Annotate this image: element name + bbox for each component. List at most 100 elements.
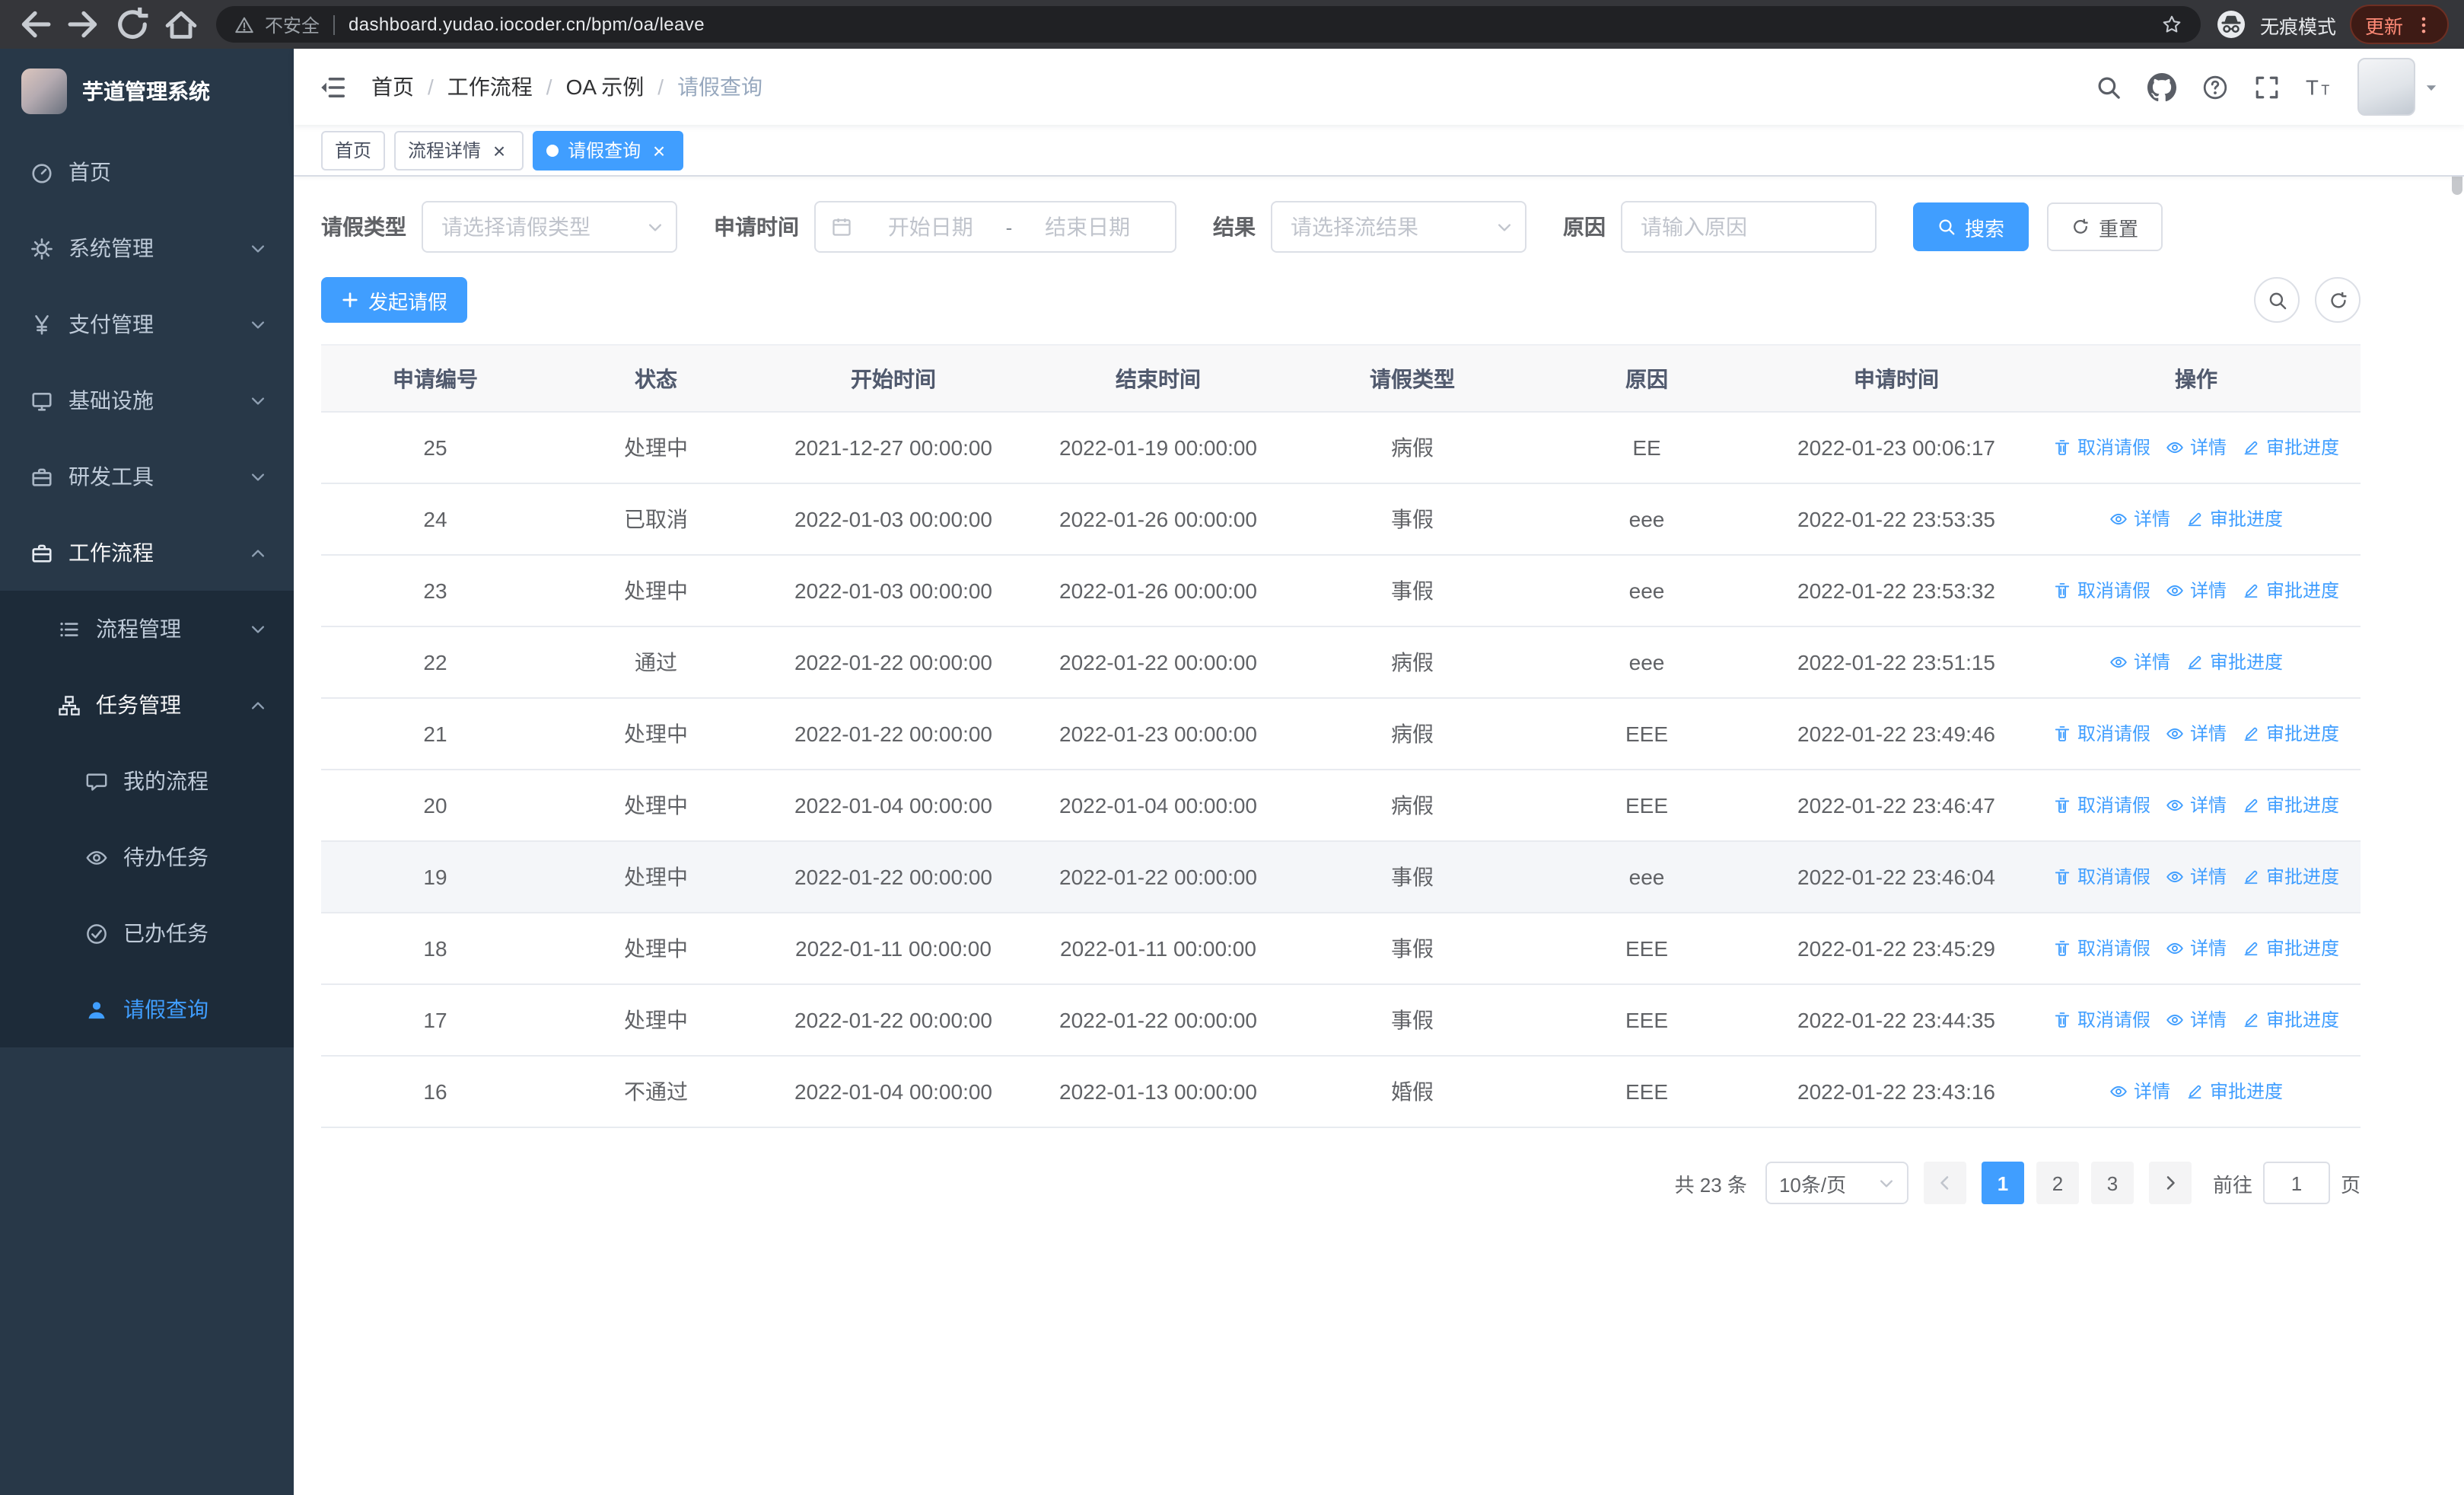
action-cancel-link[interactable]: 取消请假: [2053, 578, 2150, 604]
header-search-icon[interactable]: [2096, 74, 2122, 100]
goto-label: 前往: [2212, 1173, 2252, 1196]
reset-button[interactable]: 重置: [2047, 202, 2163, 251]
toggle-search-button[interactable]: [2254, 277, 2300, 323]
apply-time-range-picker[interactable]: 开始日期 - 结束日期: [814, 201, 1176, 253]
edit-icon: [2242, 939, 2260, 958]
page-size-select[interactable]: 10条/页: [1765, 1162, 1908, 1204]
result-select[interactable]: 请选择流结果: [1271, 201, 1526, 253]
page-button-1[interactable]: 1: [1981, 1162, 2024, 1204]
action-cancel-link[interactable]: 取消请假: [2053, 1007, 2150, 1033]
action-detail-link[interactable]: 详情: [2109, 649, 2170, 675]
action-cancel-link[interactable]: 取消请假: [2053, 435, 2150, 461]
action-progress-link[interactable]: 审批进度: [2242, 578, 2339, 604]
tab-home[interactable]: 首页: [321, 130, 386, 170]
action-detail-link[interactable]: 详情: [2166, 936, 2227, 961]
sidebar-item-infra[interactable]: 基础设施: [0, 362, 294, 438]
tab-close-icon[interactable]: ×: [489, 139, 510, 161]
breadcrumb-item[interactable]: 首页: [371, 72, 414, 102]
cell-actions: 取消请假 详情 审批进度: [2032, 698, 2361, 770]
page-button-2[interactable]: 2: [2036, 1162, 2079, 1204]
dashboard-icon: [30, 161, 53, 183]
sidebar-item-home[interactable]: 首页: [0, 134, 294, 210]
address-bar[interactable]: 不安全 dashboard.yudao.iocoder.cn/bpm/oa/le…: [216, 6, 2201, 43]
cell-status: 处理中: [549, 698, 762, 770]
action-cancel-link[interactable]: 取消请假: [2053, 792, 2150, 818]
action-detail-link[interactable]: 详情: [2166, 864, 2227, 890]
cell-id: 17: [321, 984, 549, 1057]
github-icon[interactable]: [2147, 72, 2176, 101]
tab-process-detail[interactable]: 流程详情 ×: [394, 130, 524, 170]
next-page-button[interactable]: [2148, 1162, 2192, 1204]
page-button-3[interactable]: 3: [2090, 1162, 2134, 1204]
action-detail-link[interactable]: 详情: [2109, 1079, 2170, 1105]
breadcrumb-item[interactable]: 工作流程: [447, 72, 533, 102]
tab-leave-query[interactable]: 请假查询 ×: [533, 130, 684, 170]
action-detail-link[interactable]: 详情: [2166, 792, 2227, 818]
forward-icon[interactable]: [64, 5, 103, 44]
search-button[interactable]: 搜索: [1913, 202, 2029, 251]
font-size-icon[interactable]: TT: [2306, 74, 2332, 100]
action-progress-link[interactable]: 审批进度: [2242, 721, 2339, 747]
prev-page-button[interactable]: [1923, 1162, 1966, 1204]
sidebar-item-process-mgmt[interactable]: 流程管理: [0, 591, 294, 667]
column-header: 原因: [1533, 344, 1761, 413]
sidebar-item-label: 基础设施: [68, 388, 154, 413]
action-label: 详情: [2189, 723, 2227, 745]
cell-end-time: 2022-01-26 00:00:00: [1024, 555, 1292, 627]
cell-start-time: 2022-01-03 00:00:00: [762, 483, 1024, 556]
sidebar-item-workflow[interactable]: 工作流程: [0, 515, 294, 591]
cell-leave-type: 事假: [1292, 483, 1533, 556]
sidebar-item-system[interactable]: 系统管理: [0, 210, 294, 286]
browser-home-icon[interactable]: [161, 5, 201, 44]
action-progress-link[interactable]: 审批进度: [2242, 435, 2339, 461]
action-progress-link[interactable]: 审批进度: [2242, 792, 2339, 818]
action-progress-link[interactable]: 审批进度: [2185, 506, 2283, 532]
fullscreen-icon[interactable]: [2254, 74, 2280, 100]
sidebar-item-done-task[interactable]: 已办任务: [0, 895, 294, 971]
action-progress-link[interactable]: 审批进度: [2185, 649, 2283, 675]
breadcrumb-item[interactable]: OA 示例: [566, 72, 645, 102]
back-icon[interactable]: [15, 5, 55, 44]
action-progress-link[interactable]: 审批进度: [2242, 1007, 2339, 1033]
action-cancel-link[interactable]: 取消请假: [2053, 721, 2150, 747]
sidebar-toggle-icon[interactable]: [318, 72, 347, 101]
sidebar-item-payment[interactable]: 支付管理: [0, 286, 294, 362]
total-count: 共 23 条: [1674, 1173, 1747, 1196]
action-detail-link[interactable]: 详情: [2166, 721, 2227, 747]
action-detail-link[interactable]: 详情: [2166, 435, 2227, 461]
action-detail-link[interactable]: 详情: [2166, 1007, 2227, 1033]
eye-icon: [2109, 653, 2128, 671]
create-leave-button[interactable]: 发起请假: [321, 277, 468, 323]
reason-input[interactable]: [1621, 201, 1877, 253]
sidebar-item-devtool[interactable]: 研发工具: [0, 438, 294, 515]
sidebar-item-my-process[interactable]: 我的流程: [0, 743, 294, 819]
action-progress-link[interactable]: 审批进度: [2185, 1079, 2283, 1105]
edit-icon: [2185, 653, 2204, 671]
incognito-icon: [2216, 9, 2246, 40]
browser-menu-icon[interactable]: [2414, 14, 2434, 34]
action-label: 审批进度: [2266, 723, 2340, 745]
goto-page-input[interactable]: [2262, 1162, 2330, 1204]
cell-start-time: 2022-01-03 00:00:00: [762, 555, 1024, 627]
action-progress-link[interactable]: 审批进度: [2242, 936, 2339, 961]
cell-id: 23: [321, 555, 549, 627]
sidebar-item-task-mgmt[interactable]: 任务管理: [0, 667, 294, 743]
result-filter: 结果 请选择流结果: [1213, 201, 1526, 253]
leave-type-select[interactable]: 请选择请假类型: [422, 201, 677, 253]
help-icon[interactable]: [2202, 74, 2228, 100]
sidebar-item-leave-query[interactable]: 请假查询: [0, 971, 294, 1047]
action-cancel-link[interactable]: 取消请假: [2053, 864, 2150, 890]
action-progress-link[interactable]: 审批进度: [2242, 864, 2339, 890]
action-cancel-link[interactable]: 取消请假: [2053, 936, 2150, 961]
action-detail-link[interactable]: 详情: [2109, 506, 2170, 532]
sidebar-item-todo-task[interactable]: 待办任务: [0, 819, 294, 895]
reload-icon[interactable]: [113, 5, 152, 44]
bookmark-star-icon[interactable]: [2161, 14, 2182, 35]
tab-close-icon[interactable]: ×: [648, 139, 670, 161]
app-logo[interactable]: 芋道管理系统: [0, 49, 294, 134]
update-button[interactable]: 更新: [2349, 5, 2449, 44]
action-detail-link[interactable]: 详情: [2166, 578, 2227, 604]
user-avatar[interactable]: [2357, 58, 2440, 116]
action-label: 详情: [2189, 938, 2227, 960]
refresh-table-button[interactable]: [2315, 277, 2361, 323]
